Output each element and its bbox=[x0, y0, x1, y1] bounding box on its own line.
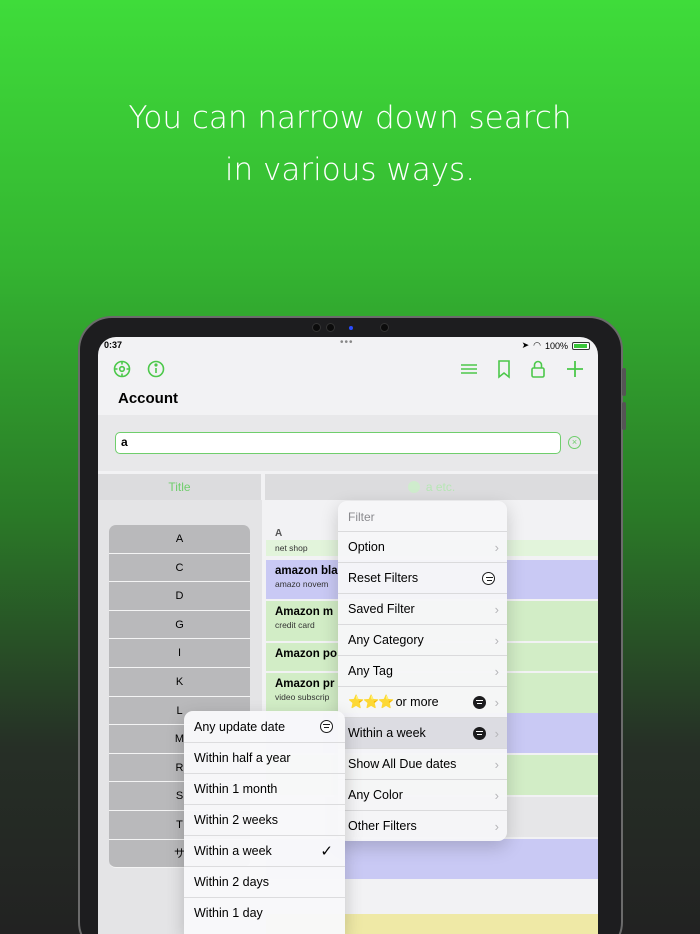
index-item[interactable]: I bbox=[109, 639, 250, 668]
option-label: Within half a year bbox=[194, 751, 291, 765]
update-date-option[interactable]: Any update date bbox=[184, 711, 345, 742]
clear-search-icon[interactable]: × bbox=[568, 436, 581, 449]
multitasking-dots[interactable]: ••• bbox=[340, 337, 354, 348]
headline-line-1: You can narrow down search bbox=[128, 100, 572, 136]
option-item[interactable]: Option › bbox=[338, 531, 507, 562]
chevron-right-icon: › bbox=[494, 787, 499, 803]
status-bar: 0:37 ••• ➤ ◠ 100% bbox=[98, 337, 598, 353]
tag-filter-item[interactable]: Any Tag › bbox=[338, 655, 507, 686]
page-title: Account bbox=[118, 390, 178, 407]
update-date-option[interactable]: Within half a year bbox=[184, 742, 345, 773]
menu-item-label: Reset Filters bbox=[348, 571, 419, 585]
filter-active-icon bbox=[473, 695, 486, 709]
filter-badge-icon bbox=[482, 571, 495, 585]
star-rating-icon: ⭐⭐⭐ bbox=[348, 694, 395, 709]
menu-item-label: Show All Due dates bbox=[348, 757, 457, 771]
column-header-filter[interactable]: a etc. bbox=[265, 474, 598, 500]
toolbar bbox=[98, 353, 598, 393]
column-header-title[interactable]: Title bbox=[98, 474, 261, 500]
option-label: Within 2 days bbox=[194, 875, 270, 889]
rating-filter-item[interactable]: ⭐⭐⭐ or more › bbox=[338, 686, 507, 717]
checkmark-icon: ✓ bbox=[320, 843, 333, 860]
chevron-right-icon: › bbox=[494, 539, 499, 555]
camera-lens bbox=[349, 326, 353, 330]
settings-icon[interactable] bbox=[111, 358, 133, 380]
reset-filters-item[interactable]: Reset Filters bbox=[338, 562, 507, 593]
menu-item-label: Any Category bbox=[348, 633, 424, 647]
chevron-right-icon: › bbox=[494, 663, 499, 679]
option-label: Within 2 weeks bbox=[194, 813, 279, 827]
update-date-option[interactable]: Within 1 day bbox=[184, 897, 345, 928]
due-date-filter-item[interactable]: Show All Due dates › bbox=[338, 748, 507, 779]
category-filter-item[interactable]: Any Category › bbox=[338, 624, 507, 655]
update-date-option[interactable]: Within 2 weeks bbox=[184, 804, 345, 835]
option-label: Within 1 day bbox=[194, 906, 263, 920]
search-bar: a × bbox=[98, 415, 598, 471]
chevron-right-icon: › bbox=[494, 756, 499, 772]
column-header-title-label: Title bbox=[168, 480, 191, 494]
index-item[interactable]: C bbox=[109, 553, 250, 583]
chevron-right-icon: › bbox=[494, 632, 499, 648]
filter-active-icon bbox=[473, 726, 486, 740]
index-item[interactable]: A bbox=[109, 525, 250, 554]
battery-percent: 100% bbox=[544, 340, 568, 351]
index-item[interactable]: G bbox=[109, 610, 250, 640]
status-right: ➤ ◠ 100% bbox=[522, 340, 590, 351]
menu-item-label: Saved Filter bbox=[348, 602, 415, 616]
plus-icon[interactable] bbox=[564, 358, 586, 380]
menu-item-label: Option bbox=[348, 540, 385, 554]
update-date-option[interactable]: Within 2 days bbox=[184, 866, 345, 897]
other-filters-item[interactable]: Other Filters › bbox=[338, 810, 507, 841]
filter-icon bbox=[407, 481, 420, 493]
menu-item-label: or more bbox=[395, 695, 439, 709]
promo-headline: You can narrow down search in various wa… bbox=[0, 92, 700, 196]
index-item[interactable]: K bbox=[109, 667, 250, 697]
menu-lines-icon[interactable] bbox=[458, 358, 480, 380]
menu-item-label: Any Tag bbox=[348, 664, 393, 678]
chevron-right-icon: › bbox=[494, 725, 499, 741]
column-header-filter-label: a etc. bbox=[425, 480, 456, 494]
color-filter-item[interactable]: Any Color › bbox=[338, 779, 507, 810]
menu-item-label: Any Color bbox=[348, 788, 403, 802]
sensor-dot bbox=[326, 323, 335, 332]
volume-button bbox=[622, 368, 626, 396]
option-label: Any update date bbox=[194, 719, 286, 734]
bookmark-icon[interactable] bbox=[493, 358, 515, 380]
sensor-dot bbox=[380, 323, 389, 332]
update-date-filter-item[interactable]: Within a week › bbox=[338, 717, 507, 748]
chevron-right-icon: › bbox=[494, 601, 499, 617]
filter-badge-icon bbox=[320, 720, 333, 733]
headline-line-2: in various ways. bbox=[224, 152, 476, 188]
sensor-dot bbox=[312, 323, 321, 332]
battery-icon bbox=[572, 341, 590, 350]
menu-item-label: Within a week bbox=[348, 726, 426, 740]
saved-filter-item[interactable]: Saved Filter › bbox=[338, 593, 507, 624]
chevron-right-icon: › bbox=[494, 694, 499, 710]
lock-icon[interactable] bbox=[527, 358, 549, 380]
volume-button bbox=[622, 402, 626, 430]
menu-item-label: Other Filters bbox=[348, 819, 417, 833]
location-icon: ➤ bbox=[521, 340, 530, 350]
update-date-option[interactable]: Within 1 month bbox=[184, 773, 345, 804]
search-input[interactable]: a bbox=[115, 432, 561, 454]
index-item[interactable]: D bbox=[109, 582, 250, 611]
update-date-submenu: Any update date Within half a year Within … bbox=[184, 711, 345, 934]
chevron-right-icon: › bbox=[494, 818, 499, 834]
option-label: Within 1 month bbox=[194, 782, 278, 796]
update-date-option[interactable]: Within a week ✓ bbox=[184, 835, 345, 866]
filter-menu: Filter Option › Reset Filters Saved Filter ›… bbox=[338, 501, 507, 841]
option-label: Within a week bbox=[194, 844, 272, 858]
info-icon[interactable] bbox=[145, 358, 167, 380]
wifi-icon: ◠ bbox=[533, 340, 541, 350]
filter-menu-title: Filter bbox=[348, 510, 375, 524]
status-time: 0:37 bbox=[104, 340, 123, 350]
